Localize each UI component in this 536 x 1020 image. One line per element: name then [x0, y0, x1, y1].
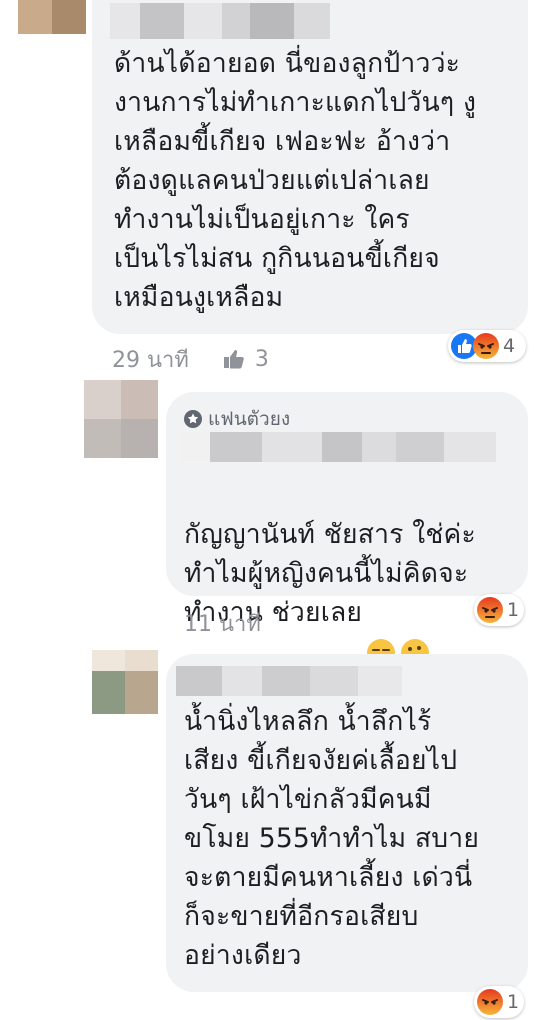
- commenter-3-name[interactable]: [176, 666, 402, 696]
- commenter-1-name[interactable]: [110, 3, 330, 39]
- angry-reaction-icon: [473, 333, 499, 359]
- commenter-1-avatar[interactable]: [18, 0, 86, 34]
- comment-2-reaction-count: 1: [507, 599, 520, 621]
- comment-3-text: น้ำนิ่งไหลลึก น้ำลึกไร้ เสียง ขี้เกียจงั…: [184, 706, 480, 971]
- commenter-2-avatar[interactable]: [84, 380, 158, 458]
- thinking-emoji-icon: [400, 599, 430, 667]
- like-thumb-icon[interactable]: [223, 349, 245, 369]
- comment-1-reaction-count: 4: [503, 335, 516, 357]
- comment-1-text: ด้านได้อายอด นี่ของลูกป้าวว่ะ งานการไม่ท…: [114, 48, 477, 313]
- comment-1-time[interactable]: 29 นาที: [112, 342, 189, 377]
- smirk-emoji-icon: [366, 599, 396, 667]
- comment-1-reactions[interactable]: 4: [448, 330, 526, 362]
- top-fan-badge: แฟนตัวยง: [184, 404, 290, 434]
- comment-1-meta: 29 นาที 3: [112, 344, 269, 374]
- angry-reaction-icon: [477, 989, 503, 1015]
- commenter-3-avatar[interactable]: [92, 650, 158, 714]
- comment-2-time[interactable]: 11 นาที: [184, 606, 261, 641]
- comment-2-meta: 11 นาที: [184, 608, 261, 638]
- commenter-2-name[interactable]: [180, 432, 496, 462]
- comment-3-reaction-count: 1: [507, 991, 520, 1013]
- top-fan-icon: [184, 410, 202, 428]
- angry-reaction-icon: [477, 597, 503, 623]
- comment-3-reactions[interactable]: 1: [474, 986, 524, 1018]
- comment-2-reactions[interactable]: 1: [474, 594, 524, 626]
- comment-1-like-count: 3: [254, 346, 269, 372]
